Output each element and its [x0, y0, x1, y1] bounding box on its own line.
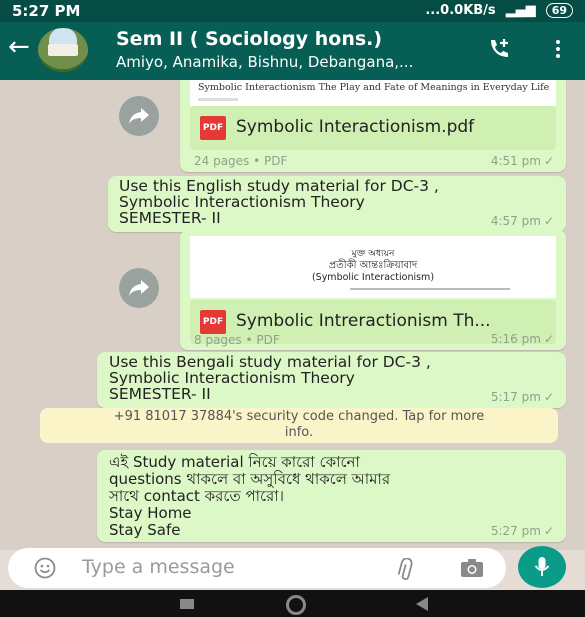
double-check-icon: ✓ [543, 390, 554, 404]
document-meta: 24 pages • PDF [194, 154, 288, 168]
text-message[interactable]: এই Study material নিয়ে কারো কোনো questi… [97, 450, 566, 542]
mic-icon [534, 557, 550, 576]
message-line: questions থাকলে বা অসুবিধে থাকলে আমার [109, 470, 391, 488]
camera-icon[interactable] [460, 558, 484, 578]
security-code-notice[interactable]: +91 81017 37884's security code changed.… [40, 408, 558, 443]
message-input[interactable]: Type a message [82, 556, 235, 578]
notice-line: +91 81017 37884's security code changed.… [113, 409, 485, 424]
more-options-icon[interactable] [555, 38, 561, 60]
status-time: 5:27 PM [12, 2, 81, 20]
message-line: সাথে contact করতে পারো। [109, 487, 284, 505]
group-members[interactable]: Amiyo, Anamika, Bishnu, Debangana,... [116, 53, 413, 71]
battery-icon: 69 [545, 3, 573, 18]
message-time: 5:27 pm ✓ [490, 524, 554, 538]
add-call-icon[interactable] [486, 36, 512, 62]
double-check-icon: ✓ [543, 214, 554, 228]
message-line: SEMESTER- II [109, 385, 211, 403]
back-arrow-icon[interactable]: ← [8, 34, 30, 60]
pdf-icon: PDF [200, 310, 226, 334]
mic-button[interactable] [518, 546, 566, 588]
system-nav-bar [0, 590, 585, 617]
message-line: Stay Home [109, 504, 192, 522]
message-line: Use this Bengali study material for DC-3… [109, 353, 431, 371]
group-avatar[interactable] [38, 28, 88, 72]
signal-icon: ▂▄▆ [505, 3, 536, 18]
share-icon[interactable] [119, 96, 159, 136]
double-check-icon: ✓ [543, 154, 554, 168]
attach-icon[interactable] [394, 558, 418, 580]
document-preview: Symbolic Interactionism The Play and Fat… [190, 80, 556, 106]
pdf-icon: PDF [200, 116, 226, 140]
nav-back-icon[interactable] [416, 597, 428, 611]
double-check-icon: ✓ [543, 332, 554, 346]
message-time: 4:57 pm ✓ [490, 214, 554, 228]
message-line: SEMESTER- II [119, 209, 221, 227]
text-message[interactable]: Use this English study material for DC-3… [108, 176, 566, 232]
share-icon[interactable] [119, 268, 159, 308]
chat-header: ← Sem II ( Sociology hons.) Amiyo, Anami… [0, 22, 585, 80]
double-check-icon: ✓ [543, 524, 554, 538]
document-message[interactable]: Symbolic Interactionism The Play and Fat… [180, 80, 566, 172]
document-message[interactable]: মুক্ত অধ্যয়ন প্রতীকী আন্তঃক্রিয়াবাদ (S… [180, 230, 566, 350]
document-preview: মুক্ত অধ্যয়ন প্রতীকী আন্তঃক্রিয়াবাদ (S… [190, 236, 556, 298]
preview-line: (Symbolic Interactionism) [311, 272, 435, 283]
notice-line: info. [284, 425, 314, 440]
preview-title: Symbolic Interactionism The Play and Fat… [198, 82, 550, 93]
home-icon[interactable] [286, 595, 306, 615]
message-line: Symbolic Interactionism Theory [119, 193, 365, 211]
message-line: Use this English study material for DC-3… [119, 177, 439, 195]
text-message[interactable]: Use this Bengali study material for DC-3… [97, 352, 566, 408]
document-meta: 8 pages • PDF [194, 333, 280, 347]
chat-area[interactable]: Symbolic Interactionism The Play and Fat… [0, 80, 585, 550]
message-time: 4:51 pm ✓ [490, 154, 554, 168]
message-line: Symbolic Interactionism Theory [109, 369, 355, 387]
message-input-bar: Type a message [8, 548, 506, 588]
emoji-icon[interactable] [34, 557, 56, 579]
document-file-row[interactable]: PDF Symbolic Interactionism.pdf [190, 106, 556, 150]
document-file-name: Symbolic Interactionism.pdf [236, 117, 475, 137]
recents-icon[interactable] [180, 599, 194, 609]
message-line: এই Study material নিয়ে কারো কোনো [109, 453, 360, 471]
status-bar: 5:27 PM ...0.0KB/s ▂▄▆ 69 [0, 0, 585, 22]
message-time: 5:16 pm ✓ [490, 332, 554, 346]
message-time: 5:17 pm ✓ [490, 390, 554, 404]
group-title[interactable]: Sem II ( Sociology hons.) [116, 28, 382, 50]
document-file-name: Symbolic Intreractionism Th... [236, 311, 491, 331]
message-line: Stay Safe [109, 521, 181, 539]
net-speed: ...0.0KB/s [425, 3, 496, 18]
